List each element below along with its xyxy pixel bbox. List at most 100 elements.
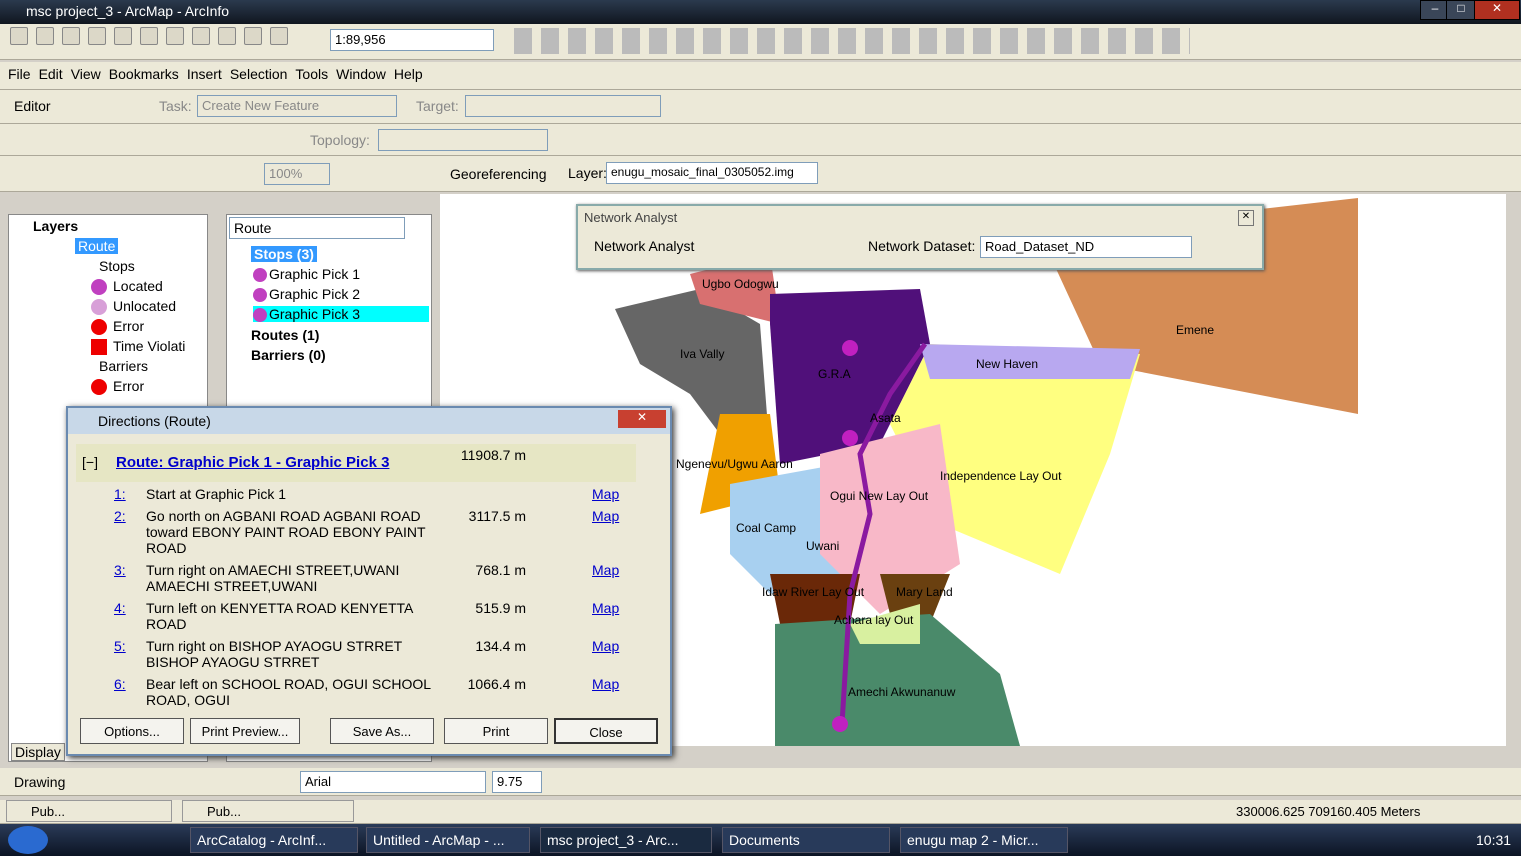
map-label-independence: Independence Lay Out <box>940 469 1062 483</box>
time-violation-icon <box>91 339 107 356</box>
delete-icon[interactable] <box>192 27 210 45</box>
menu-tools[interactable]: Tools <box>295 66 328 82</box>
start-button[interactable] <box>8 826 48 854</box>
tools-icons[interactable] <box>510 28 1190 54</box>
na-pick-1[interactable]: Graphic Pick 1 <box>269 266 360 282</box>
coordinates-readout: 330006.625 709160.405 Meters <box>1236 804 1421 819</box>
na-class-combo[interactable]: Route <box>229 217 405 239</box>
redo-icon[interactable] <box>244 27 262 45</box>
menu-insert[interactable]: Insert <box>187 66 222 82</box>
located-icon <box>91 279 107 296</box>
window-title: msc project_3 - ArcMap - ArcInfo <box>26 3 230 19</box>
pub-window-1[interactable]: Pub... <box>6 800 172 822</box>
na-routes[interactable]: Routes (1) <box>251 327 319 343</box>
toc-error: Error <box>113 318 145 334</box>
na-dataset-combo[interactable]: Road_Dataset_ND <box>980 236 1192 258</box>
na-barriers[interactable]: Barriers (0) <box>251 347 326 363</box>
close-window-button[interactable]: ✕ <box>1474 0 1520 20</box>
na-pick-3[interactable]: Graphic Pick 3 <box>269 306 360 322</box>
map-label-ugbo: Ugbo Odogwu <box>702 277 779 291</box>
task-label: Task: <box>159 98 192 114</box>
map-label-idaw: Idaw River Lay Out <box>762 585 865 599</box>
display-tab[interactable]: Display <box>11 743 65 761</box>
maximize-button[interactable]: □ <box>1446 0 1476 20</box>
print-button[interactable]: Print <box>444 718 548 744</box>
toc-barriers[interactable]: Barriers <box>99 358 148 374</box>
task-documents[interactable]: Documents <box>722 827 890 853</box>
na-close-icon[interactable]: ✕ <box>1238 210 1254 226</box>
unlocated-icon <box>91 299 107 316</box>
error-icon <box>91 319 107 336</box>
map-label-ngenevu: Ngenevu/Ugwu Aaron <box>676 457 793 471</box>
toc-stops[interactable]: Stops <box>99 258 135 274</box>
task-enugu-map[interactable]: enugu map 2 - Micr... <box>900 827 1068 853</box>
editor-menu[interactable]: Editor <box>14 98 51 114</box>
font-size-combo[interactable]: 9.75 <box>492 771 542 793</box>
stop-3-marker <box>842 340 858 356</box>
font-combo[interactable]: Arial <box>300 771 486 793</box>
menu-selection[interactable]: Selection <box>230 66 288 82</box>
barrier-error-icon <box>91 379 107 396</box>
editor-toolbar: Editor Task: Create New Feature Target: <box>0 90 1521 124</box>
map-label-uwani: Uwani <box>806 539 839 553</box>
map-label-amechi: Amechi Akwunanuw <box>848 685 956 699</box>
topology-combo[interactable] <box>378 129 548 151</box>
menu-window[interactable]: Window <box>336 66 386 82</box>
toc-barrier-error: Error <box>113 378 145 394</box>
close-button[interactable]: Close <box>554 718 658 744</box>
task-combo[interactable]: Create New Feature <box>197 95 397 117</box>
title-bar: msc project_3 - ArcMap - ArcInfo – □ ✕ <box>0 0 1521 24</box>
standard-toolbar: 1:89,956 <box>0 24 1521 60</box>
print-icon[interactable] <box>88 27 106 45</box>
na-pick-2[interactable]: Graphic Pick 2 <box>269 286 360 302</box>
directions-close-icon[interactable]: ✕ <box>618 410 666 428</box>
open-icon[interactable] <box>36 27 54 45</box>
map-label-newhaven: New Haven <box>976 357 1038 371</box>
save-icon[interactable] <box>62 27 80 45</box>
task-arccatalog[interactable]: ArcCatalog - ArcInf... <box>190 827 358 853</box>
toc-time: Time Violati <box>113 338 186 354</box>
na-menu[interactable]: Network Analyst <box>594 238 694 254</box>
layer-combo[interactable]: enugu_mosaic_final_0305052.img <box>606 162 818 184</box>
menu-help[interactable]: Help <box>394 66 423 82</box>
toc-unlocated: Unlocated <box>113 298 177 314</box>
target-combo[interactable] <box>465 95 661 117</box>
route-total: 11908.7 m <box>460 447 526 463</box>
stop-1-marker <box>832 716 848 732</box>
scale-combo[interactable]: 1:89,956 <box>330 29 494 51</box>
print-preview-button[interactable]: Print Preview... <box>190 718 300 744</box>
menu-bookmarks[interactable]: Bookmarks <box>109 66 179 82</box>
network-analyst-toolbar: Network Analyst ✕ Network Analyst Networ… <box>576 204 1264 270</box>
options-button[interactable]: Options... <box>80 718 184 744</box>
new-icon[interactable] <box>10 27 28 45</box>
na-stops[interactable]: Stops (3) <box>251 246 317 262</box>
drawing-menu[interactable]: Drawing <box>14 774 65 790</box>
georeferencing-menu[interactable]: Georeferencing <box>450 166 547 182</box>
directions-title: Directions (Route) <box>98 413 211 429</box>
menu-file[interactable]: File <box>8 66 31 82</box>
menu-edit[interactable]: Edit <box>39 66 63 82</box>
expand-toggle[interactable]: [−] <box>82 454 98 470</box>
stop-2-icon <box>253 288 267 303</box>
undo-icon[interactable] <box>218 27 236 45</box>
add-data-icon[interactable] <box>270 27 288 45</box>
paste-icon[interactable] <box>166 27 184 45</box>
route-header: [−] Route: Graphic Pick 1 - Graphic Pick… <box>76 444 636 482</box>
toc-route[interactable]: Route <box>75 238 119 254</box>
copy-icon[interactable] <box>140 27 158 45</box>
task-msc-project[interactable]: msc project_3 - Arc... <box>540 827 712 853</box>
layers-title: Layers <box>33 218 79 234</box>
task-untitled[interactable]: Untitled - ArcMap - ... <box>366 827 530 853</box>
menu-view[interactable]: View <box>71 66 101 82</box>
stop-3-icon <box>253 308 267 323</box>
na-title: Network Analyst <box>584 210 678 225</box>
map-label-coalcamp: Coal Camp <box>736 521 796 535</box>
topology-toolbar: Topology: <box>0 124 1521 156</box>
route-link[interactable]: Route: Graphic Pick 1 - Graphic Pick 3 <box>116 454 389 471</box>
cut-icon[interactable] <box>114 27 132 45</box>
zoom-combo[interactable]: 100% <box>264 163 330 185</box>
save-as-button[interactable]: Save As... <box>330 718 434 744</box>
topology-label: Topology: <box>310 132 370 148</box>
pub-window-2[interactable]: Pub... <box>182 800 354 822</box>
stop-1-icon <box>253 268 267 283</box>
